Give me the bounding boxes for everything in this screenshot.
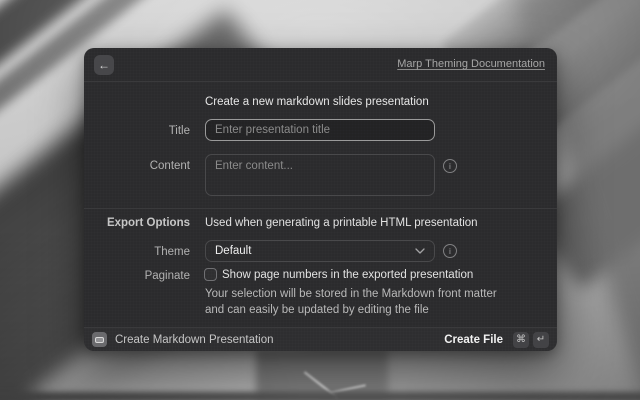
command-key-icon: ⌘	[513, 332, 529, 348]
front-matter-note-line2: and can easily be updated by editing the…	[205, 304, 429, 316]
wallpaper-sketch-line-1	[304, 371, 338, 398]
markdown-presentation-app-icon	[92, 332, 107, 347]
theme-info-icon[interactable]: i	[443, 244, 457, 258]
theme-field-label: Theme	[84, 246, 190, 258]
wallpaper-center-column	[256, 350, 388, 400]
title-input[interactable]	[205, 119, 435, 141]
content-field-label: Content	[84, 160, 190, 172]
paginate-checkbox[interactable]	[204, 268, 217, 281]
command-title: Create Markdown Presentation	[115, 334, 274, 346]
chevron-down-icon	[415, 248, 425, 254]
content-info-icon[interactable]: i	[443, 159, 457, 173]
return-key-icon: ↵	[533, 332, 549, 348]
section-divider	[84, 208, 557, 209]
theme-select[interactable]: Default	[205, 240, 435, 262]
paginate-checkbox-label[interactable]: Show page numbers in the exported presen…	[222, 269, 473, 281]
window-header: ← Marp Theming Documentation	[84, 48, 557, 82]
front-matter-note-line1: Your selection will be stored in the Mar…	[205, 288, 497, 300]
title-field-label: Title	[84, 125, 190, 137]
raycast-extension-window: ← Marp Theming Documentation Create a ne…	[84, 48, 557, 351]
form-description: Create a new markdown slides presentatio…	[205, 96, 429, 108]
status-bar: Create Markdown Presentation Create File…	[84, 327, 557, 351]
marp-theming-documentation-link[interactable]: Marp Theming Documentation	[397, 58, 545, 70]
create-file-label: Create File	[444, 334, 503, 346]
slide-glyph-icon	[95, 337, 104, 343]
content-textarea[interactable]	[205, 154, 435, 196]
wallpaper-sketch-line-2	[330, 384, 366, 393]
back-arrow-icon: ←	[98, 59, 110, 71]
back-button[interactable]: ←	[94, 55, 114, 75]
export-options-description: Used when generating a printable HTML pr…	[205, 217, 478, 229]
theme-selected-value: Default	[215, 245, 251, 257]
create-file-button[interactable]: Create File ⌘ ↵	[444, 332, 549, 348]
wallpaper-bottom-strip	[0, 392, 640, 400]
paginate-field-label: Paginate	[84, 270, 190, 282]
desktop-wallpaper: ← Marp Theming Documentation Create a ne…	[0, 0, 640, 400]
export-options-label: Export Options	[84, 217, 190, 229]
